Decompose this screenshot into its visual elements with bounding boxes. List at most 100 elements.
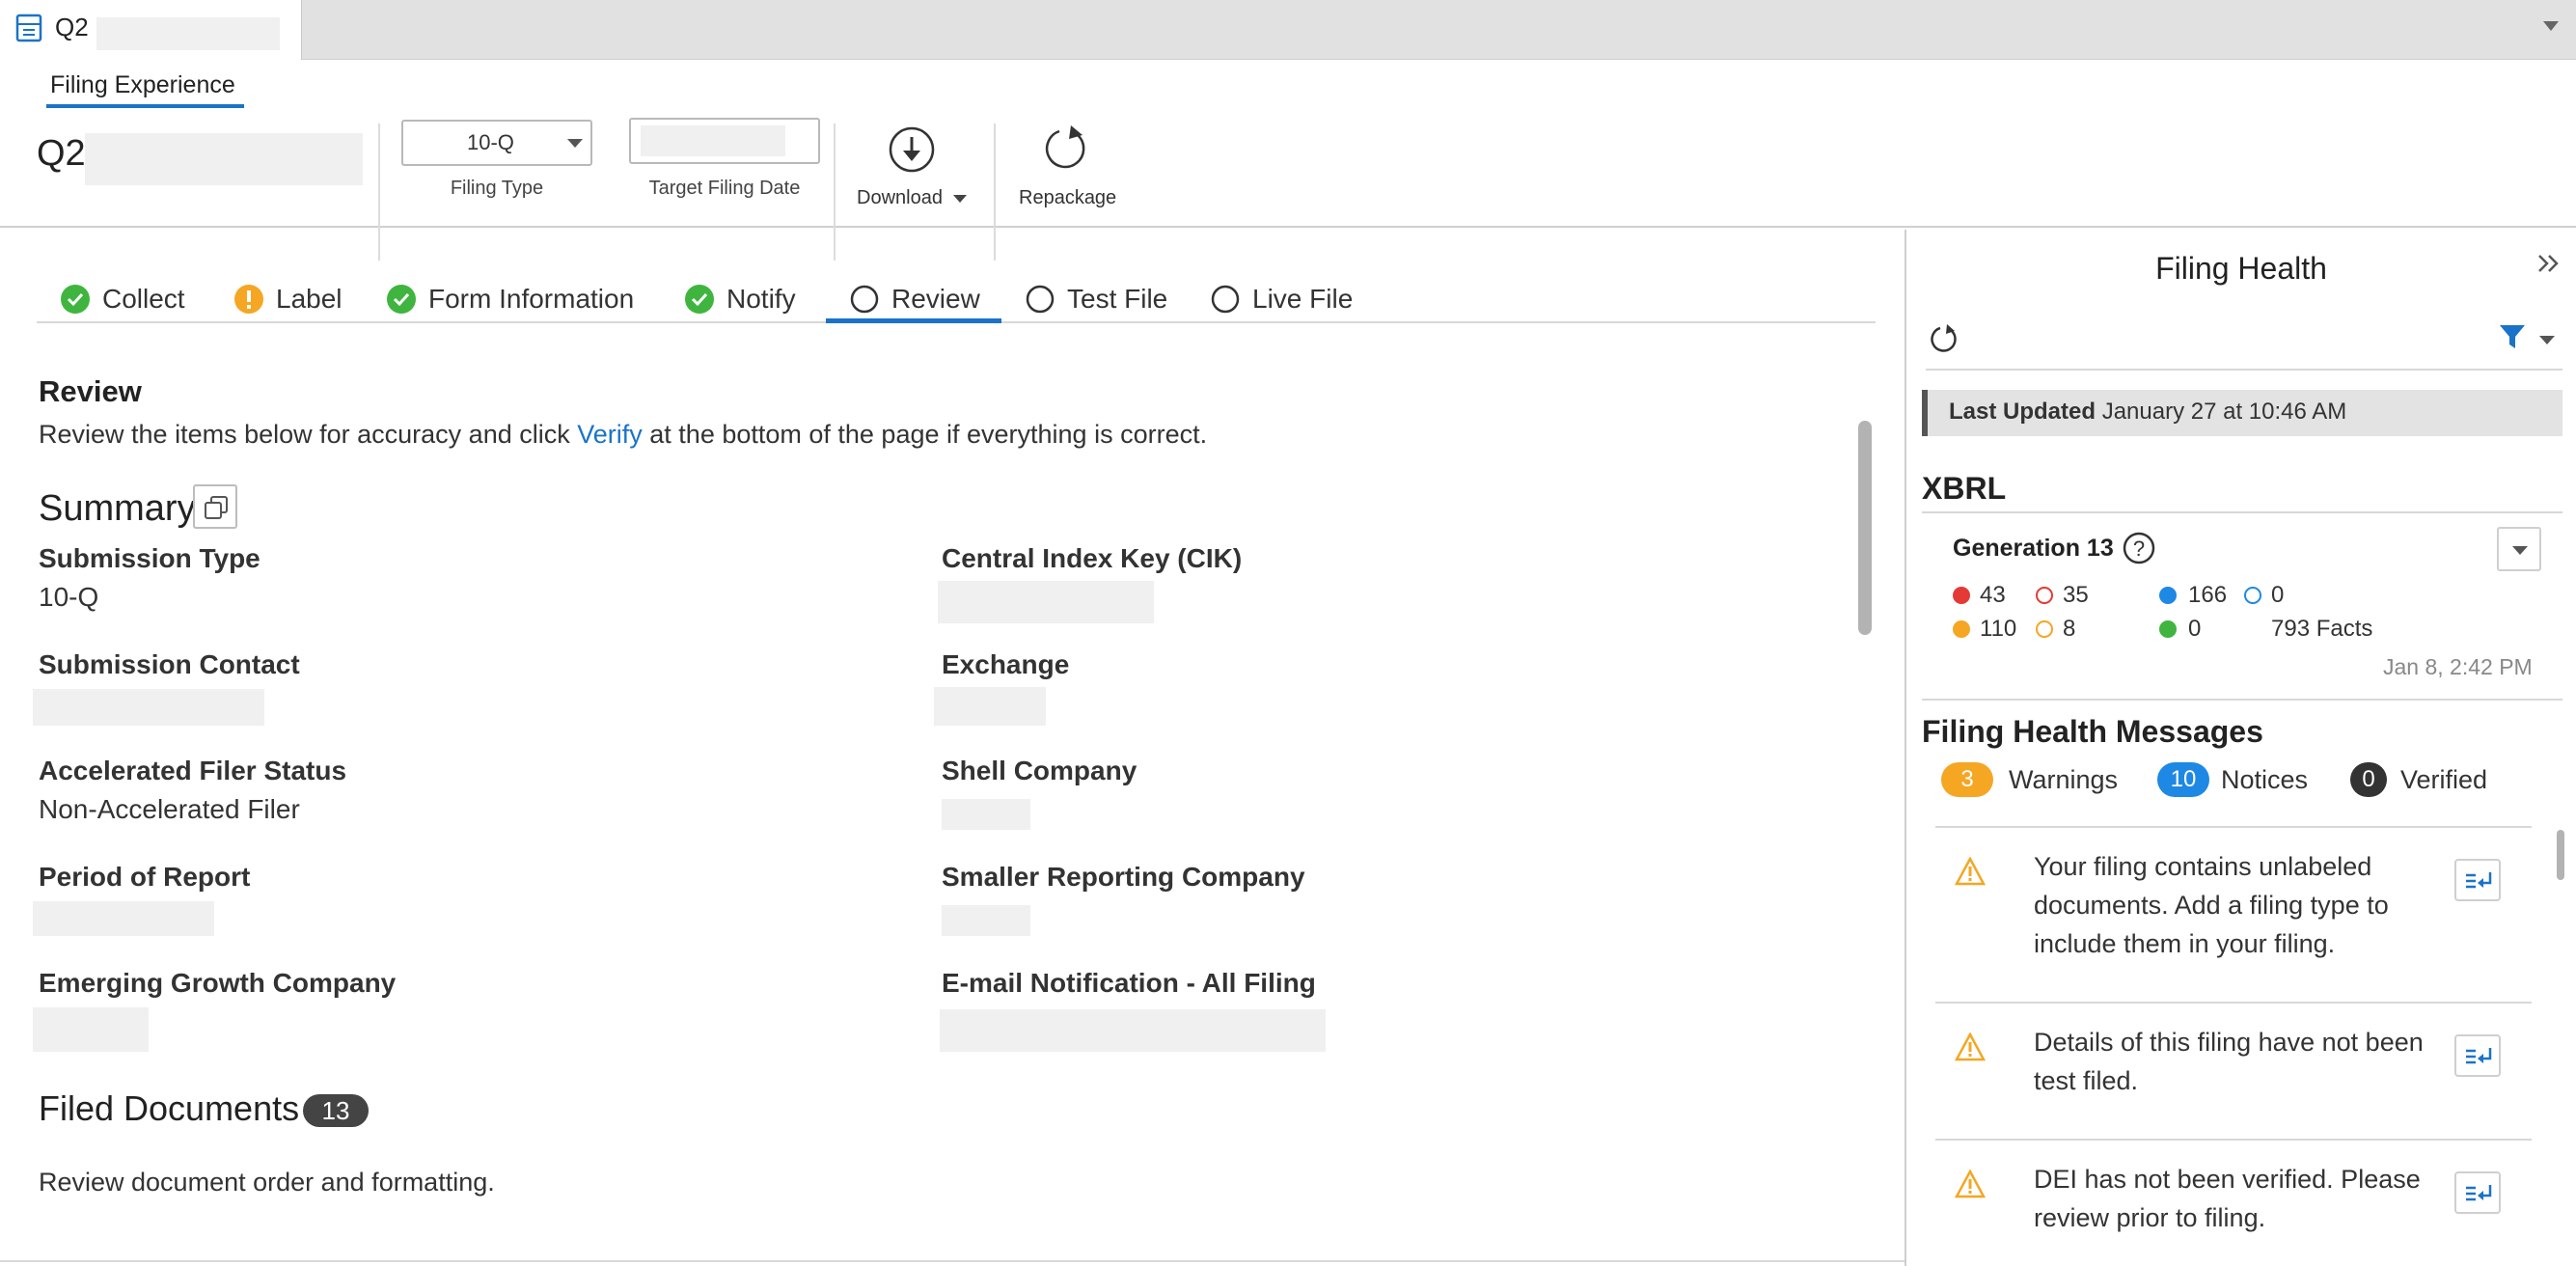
- step-test-file[interactable]: Test File: [1025, 280, 1167, 318]
- step-notify[interactable]: Notify: [684, 280, 796, 318]
- verified-count-badge: 0: [2350, 762, 2387, 797]
- message-line: Details of this filing have not been: [2034, 1028, 2424, 1057]
- filing-type-value: 10-Q: [467, 130, 514, 154]
- health-message: Your filing contains unlabeled documents…: [1935, 828, 2532, 1002]
- active-step-indicator: [826, 318, 1001, 323]
- collapse-panel-icon[interactable]: [2535, 253, 2562, 274]
- target-filing-date-label: Target Filing Date: [648, 178, 801, 199]
- message-line: documents. Add a filing type to: [2034, 891, 2389, 920]
- success-count: 0: [2188, 616, 2202, 642]
- email-notification-label: E-mail Notification - All Filing: [942, 968, 1316, 998]
- empty-circle-icon: [1026, 285, 1055, 314]
- filer-status-label: Accelerated Filer Status: [39, 756, 347, 785]
- navigate-icon: [2466, 872, 2492, 889]
- verified-filter[interactable]: 0 Verified: [2350, 762, 2487, 797]
- info-outline-dot-icon: [2244, 587, 2261, 604]
- redacted-period: [33, 901, 214, 936]
- message-text: DEI has not been verified. Please review…: [2034, 1160, 2449, 1237]
- chevron-down-icon[interactable]: [2541, 19, 2561, 33]
- generation-dropdown[interactable]: [2497, 527, 2541, 571]
- caret-down-icon: [567, 139, 583, 148]
- filter-icon[interactable]: [2499, 324, 2526, 351]
- health-message: Details of this filing have not been tes…: [1935, 1004, 2532, 1139]
- check-circle-icon: [685, 285, 714, 314]
- step-label: Review: [891, 284, 980, 314]
- redacted-shell: [942, 799, 1030, 830]
- filing-header: Filing Experience Q2 10-Q Filing Type Ta…: [0, 60, 2576, 261]
- messages-heading: Filing Health Messages: [1922, 714, 2263, 749]
- divider: [1926, 369, 2562, 371]
- info-filled-dot-icon: [2159, 587, 2177, 604]
- divider: [1922, 511, 2562, 513]
- document-icon: [15, 14, 42, 42]
- redacted-tab-name: [96, 17, 280, 50]
- filed-documents-count-badge: 13: [303, 1094, 369, 1127]
- download-button[interactable]: Download: [849, 120, 976, 226]
- submission-type-label: Submission Type: [39, 543, 260, 573]
- step-collect[interactable]: Collect: [60, 280, 185, 318]
- message-text: Details of this filing have not been tes…: [2034, 1023, 2449, 1100]
- review-intro-text-end: at the bottom of the page if everything …: [649, 420, 1208, 449]
- period-of-report-label: Period of Report: [39, 862, 251, 892]
- main-scrollbar[interactable]: [1858, 421, 1872, 635]
- xbrl-heading: XBRL: [1922, 471, 2007, 506]
- repackage-button[interactable]: Repackage: [1009, 120, 1121, 226]
- review-intro: Review the items below for accuracy and …: [39, 420, 1207, 450]
- copy-summary-button[interactable]: [193, 484, 237, 529]
- message-line: test filed.: [2034, 1066, 2139, 1095]
- step-review[interactable]: Review: [849, 280, 980, 318]
- filing-type-select[interactable]: 10-Q: [401, 120, 592, 166]
- warning-resolved-count: 8: [2063, 616, 2076, 642]
- generation-date: Jan 8, 2:42 PM: [2383, 654, 2533, 679]
- error-outline-dot-icon: [2036, 587, 2053, 604]
- divider: [834, 124, 836, 261]
- error-count: 43: [1980, 582, 2006, 608]
- warning-count: 110: [1980, 616, 2017, 642]
- copy-icon: [205, 496, 228, 519]
- error-filled-dot-icon: [1953, 587, 1970, 604]
- caret-down-icon: [2512, 546, 2528, 555]
- redacted-contact: [33, 689, 264, 726]
- cik-label: Central Index Key (CIK): [942, 543, 1243, 573]
- warning-triangle-icon: [1955, 1032, 1986, 1061]
- navigate-icon: [2466, 1185, 2492, 1201]
- message-text: Your filing contains unlabeled documents…: [2034, 847, 2449, 963]
- help-icon[interactable]: ?: [2123, 532, 2155, 564]
- notices-filter[interactable]: 10 Notices: [2157, 762, 2308, 797]
- step-label: Label: [276, 284, 343, 314]
- panel-scrollbar[interactable]: [2557, 830, 2564, 880]
- step-label-tab[interactable]: Label: [233, 280, 343, 318]
- go-to-message-button[interactable]: [2454, 859, 2501, 901]
- navigate-icon: [2466, 1048, 2492, 1064]
- refresh-icon[interactable]: [1928, 322, 1960, 355]
- info-resolved-count: 0: [2271, 582, 2285, 608]
- exchange-label: Exchange: [942, 649, 1070, 679]
- step-form-information[interactable]: Form Information: [386, 280, 634, 318]
- info-count: 166: [2188, 582, 2228, 608]
- step-label: Live File: [1252, 284, 1354, 314]
- target-filing-date-input[interactable]: [629, 118, 820, 164]
- redacted-emerging: [33, 1007, 149, 1052]
- subtab-filing-experience[interactable]: Filing Experience: [50, 71, 235, 99]
- caret-down-icon[interactable]: [2539, 336, 2555, 345]
- warnings-filter[interactable]: 3 Warnings: [1941, 762, 2118, 797]
- emerging-growth-label: Emerging Growth Company: [39, 968, 397, 998]
- message-line: Your filing contains unlabeled: [2034, 852, 2372, 881]
- download-icon: [889, 126, 935, 173]
- document-tab[interactable]: Q2: [0, 0, 302, 60]
- verified-label: Verified: [2400, 764, 2488, 794]
- step-live-file[interactable]: Live File: [1210, 280, 1353, 318]
- divider: [378, 124, 380, 261]
- message-line: review prior to filing.: [2034, 1203, 2266, 1232]
- success-filled-dot-icon: [2159, 620, 2177, 638]
- verify-link[interactable]: Verify: [577, 420, 643, 449]
- empty-circle-icon: [1211, 285, 1240, 314]
- go-to-message-button[interactable]: [2454, 1034, 2501, 1077]
- notices-label: Notices: [2221, 764, 2309, 794]
- redacted-smaller: [942, 905, 1030, 936]
- filer-status-value: Non-Accelerated Filer: [39, 794, 300, 824]
- go-to-message-button[interactable]: [2454, 1171, 2501, 1214]
- redacted-email: [940, 1009, 1326, 1052]
- last-updated-label: Last Updated January 27 at 10:46 AM: [1949, 399, 2346, 426]
- download-label: Download: [857, 187, 943, 208]
